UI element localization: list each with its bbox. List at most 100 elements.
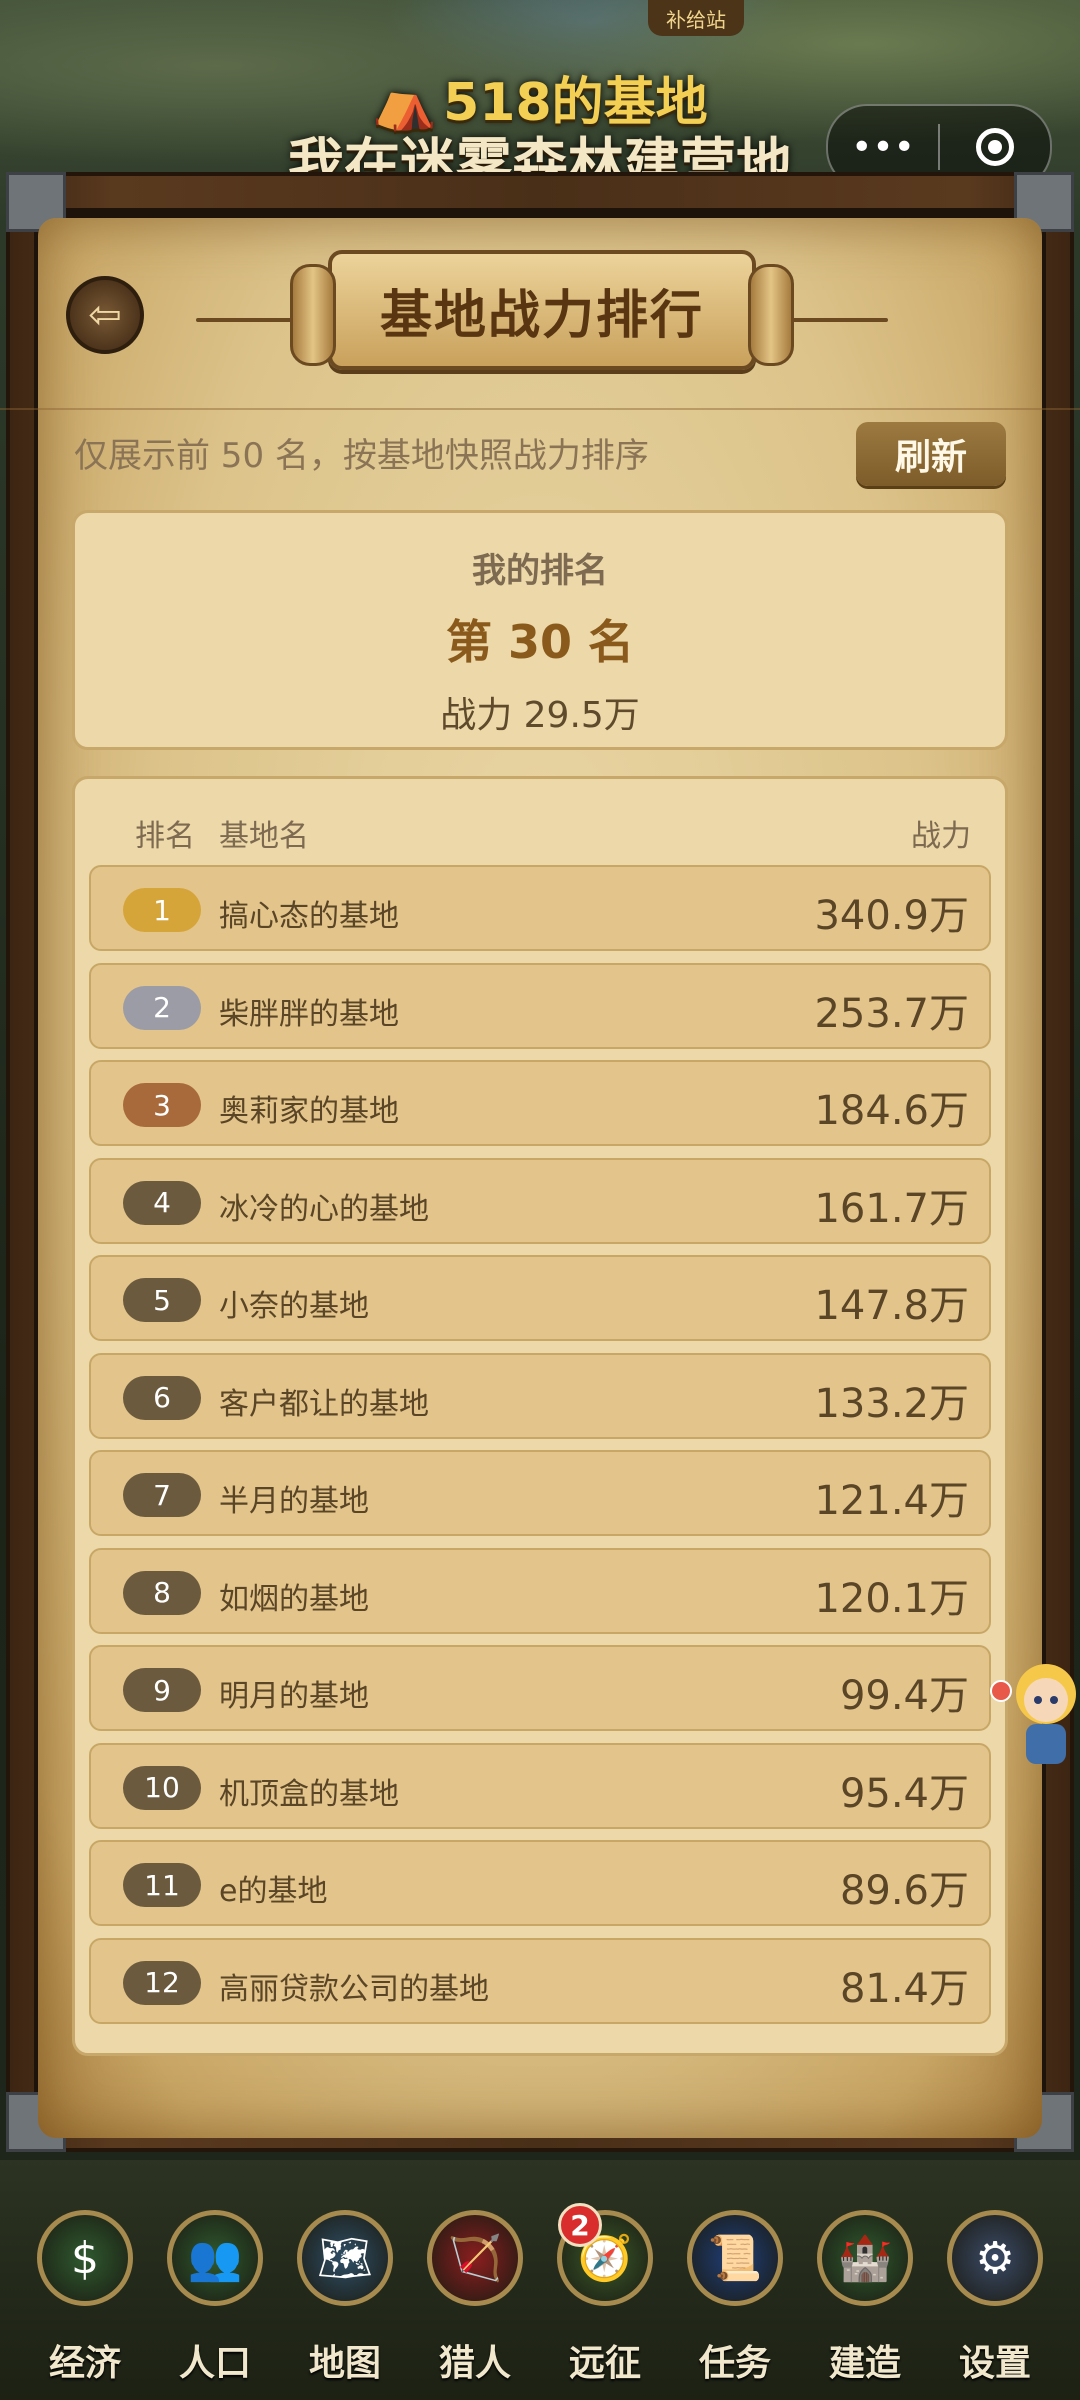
panel-title: 基地战力排行	[379, 285, 704, 346]
my-rank-value: 第 30 名	[445, 615, 635, 669]
nav-item-bow[interactable]: 🏹 猎人	[410, 2210, 540, 2386]
rank-badge: 10	[123, 1765, 201, 1810]
table-row[interactable]: 8 如烟的基地 120.1万	[89, 1547, 991, 1634]
base-power: 95.4万	[839, 1770, 969, 1817]
back-button[interactable]: ⇦	[66, 276, 144, 354]
table-row[interactable]: 5 小奈的基地 147.8万	[89, 1255, 991, 1341]
table-row[interactable]: 9 明月的基地 99.4万	[89, 1645, 991, 1731]
more-icon: •••	[851, 126, 915, 168]
back-arrow-icon: ⇦	[88, 292, 122, 338]
nav-label: 地图	[308, 2343, 381, 2384]
helper-character-icon[interactable]	[1000, 1648, 1080, 1778]
base-name: 半月的基地	[219, 1484, 369, 1519]
rank-badge: 5	[123, 1278, 201, 1322]
table-row[interactable]: 2 柴胖胖的基地 253.7万	[89, 962, 991, 1049]
nav-item-castle[interactable]: 🏰 建造	[800, 2210, 930, 2386]
base-power: 121.4万	[814, 1478, 969, 1524]
header-name: 基地名	[219, 819, 309, 854]
my-rank-card: 我的排名 第 30 名 战力 29.5万	[72, 510, 1008, 750]
nav-label: 设置	[958, 2343, 1031, 2384]
base-power: 120.1万	[814, 1575, 969, 1622]
nav-label: 人口	[178, 2343, 251, 2384]
nav-glyph: $	[71, 2232, 99, 2284]
nav-item-people[interactable]: 👥 人口	[150, 2210, 280, 2386]
rank-badge: 1	[123, 888, 201, 932]
nav-label: 猎人	[438, 2343, 511, 2384]
nav-item-gear[interactable]: ⚙ 设置	[930, 2210, 1060, 2386]
castle-icon: 🏰	[817, 2210, 913, 2306]
base-name: 小奈的基地	[219, 1289, 369, 1324]
nav-label: 经济	[48, 2343, 121, 2384]
people-icon: 👥	[167, 2210, 263, 2306]
nav-glyph: 👥	[187, 2233, 243, 2284]
base-name: 客户都让的基地	[219, 1386, 429, 1422]
nav-item-compass[interactable]: 🧭 2 远征	[540, 2203, 670, 2386]
nav-glyph: ⚙	[975, 2232, 1015, 2284]
header-divider	[0, 408, 1080, 410]
close-icon	[976, 128, 1014, 166]
nav-label: 建造	[828, 2343, 901, 2384]
table-row[interactable]: 10 机顶盒的基地 95.4万	[89, 1742, 991, 1829]
rank-badge: 9	[123, 1668, 201, 1712]
base-power: 340.9万	[814, 893, 969, 939]
base-name: 冰冷的心的基地	[219, 1191, 429, 1227]
coin-icon: $	[37, 2210, 133, 2306]
header-power: 战力	[911, 819, 971, 854]
base-power: 184.6万	[814, 1088, 969, 1134]
base-name: 奥莉家的基地	[219, 1094, 399, 1129]
table-row[interactable]: 11 e的基地 89.6万	[89, 1840, 991, 1926]
bow-icon: 🏹	[427, 2210, 523, 2306]
bottom-nav: $ 经济 👥 人口 🗺 地图 🏹 猎人 🧭 2 远征 📜 任务 🏰 建造 ⚙ 设置	[0, 2160, 1080, 2400]
base-power: 81.4万	[839, 1965, 969, 2012]
ranking-hint: 仅展示前 50 名，按基地快照战力排序	[74, 436, 649, 476]
title-scroll-banner: 基地战力排行	[290, 250, 794, 370]
rank-badge: 8	[123, 1570, 201, 1615]
nav-glyph: 🏰	[837, 2233, 893, 2284]
base-power: 161.7万	[814, 1185, 969, 1232]
nav-glyph: 🗺	[317, 2233, 373, 2284]
base-power: 89.6万	[839, 1868, 969, 1914]
table-row[interactable]: 1 搞心态的基地 340.9万	[89, 865, 991, 951]
nav-item-scroll[interactable]: 📜 任务	[670, 2210, 800, 2386]
nav-label: 远征	[568, 2343, 641, 2384]
rank-badge: 12	[123, 1960, 201, 2005]
my-power: 战力 29.5万	[440, 695, 640, 736]
table-row[interactable]: 3 奥莉家的基地 184.6万	[89, 1060, 991, 1146]
table-row[interactable]: 12 高丽贷款公司的基地 81.4万	[89, 1937, 991, 2024]
rank-badge: 3	[123, 1083, 201, 1127]
nav-item-map[interactable]: 🗺 地图	[280, 2210, 410, 2386]
rank-badge: 2	[123, 985, 201, 1030]
base-title-text: 518的基地	[443, 73, 708, 133]
base-power: 99.4万	[839, 1673, 969, 1719]
base-name: 柴胖胖的基地	[219, 996, 399, 1032]
rank-badge: 11	[123, 1863, 201, 1907]
nav-glyph: 📜	[707, 2233, 763, 2284]
list-header: 排名 基地名 战力	[75, 779, 1005, 859]
base-name: 如烟的基地	[219, 1581, 369, 1617]
table-row[interactable]: 4 冰冷的心的基地 161.7万	[89, 1157, 991, 1244]
nav-badge: 2	[558, 2203, 602, 2247]
table-row[interactable]: 7 半月的基地 121.4万	[89, 1450, 991, 1536]
compass-icon: 🧭 2	[557, 2203, 653, 2306]
gear-icon: ⚙	[947, 2210, 1043, 2306]
base-name: 搞心态的基地	[219, 899, 399, 934]
base-power: 253.7万	[814, 990, 969, 1037]
nav-glyph: 🏹	[447, 2233, 503, 2284]
refresh-button[interactable]: 刷新	[856, 422, 1006, 486]
base-name: e的基地	[219, 1874, 328, 1909]
base-power: 133.2万	[814, 1380, 969, 1427]
ranking-list[interactable]: 排名 基地名 战力 1 搞心态的基地 340.9万 2 柴胖胖的基地 253.7万 3 奥莉家…	[72, 776, 1008, 2056]
rank-badge: 6	[123, 1375, 201, 1420]
rank-badge: 4	[123, 1180, 201, 1225]
nav-item-coin[interactable]: $ 经济	[20, 2210, 150, 2386]
scroll-icon: 📜	[687, 2210, 783, 2306]
base-name: 机顶盒的基地	[219, 1776, 399, 1812]
base-name: 高丽贷款公司的基地	[219, 1971, 489, 2007]
table-row[interactable]: 6 客户都让的基地 133.2万	[89, 1352, 991, 1439]
map-icon: 🗺	[297, 2210, 393, 2306]
supply-station-badge[interactable]: 补给站	[648, 0, 744, 36]
base-power: 147.8万	[814, 1283, 969, 1329]
tent-icon: ⛺	[372, 73, 438, 133]
header-rank: 排名	[135, 819, 195, 854]
base-name: 明月的基地	[219, 1679, 369, 1714]
